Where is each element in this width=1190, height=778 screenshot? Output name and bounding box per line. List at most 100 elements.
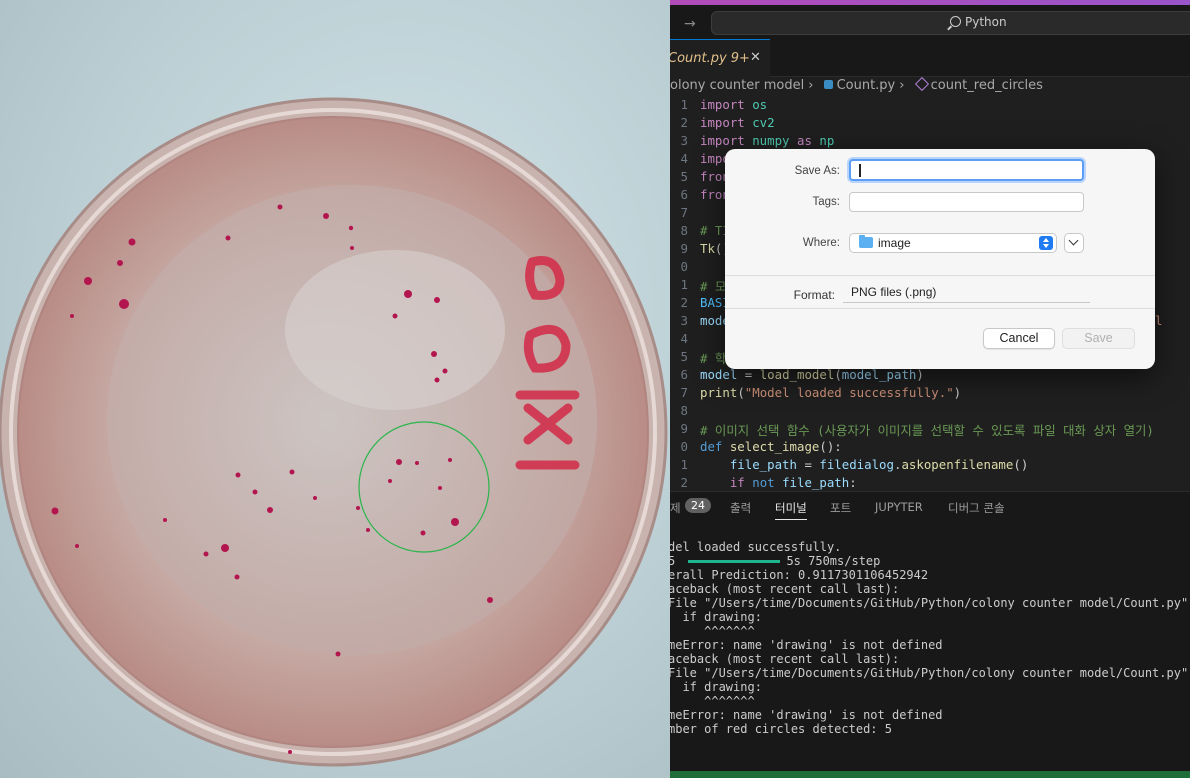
- format-select[interactable]: PNG files (.png): [843, 283, 1090, 303]
- status-bar: [670, 771, 1190, 778]
- terminal-line: erall Prediction: 0.9117301106452942: [670, 568, 929, 582]
- code-text: file_path = filedialog.askopenfilename(): [729, 457, 1029, 472]
- line-number: 6: [680, 367, 688, 382]
- terminal-line: aceback (most recent call last):: [670, 652, 900, 666]
- bottom-panel: 제 24 출력 터미널 포트 JUPYTER 디버그 콘솔 del loaded …: [670, 491, 1190, 778]
- save-button[interactable]: Save: [1062, 328, 1135, 349]
- line-number: 0: [680, 439, 688, 454]
- terminal-line: meError: name 'drawing' is not defined: [670, 638, 943, 652]
- tab-output[interactable]: 출력: [730, 500, 751, 516]
- terminal-line: ^^^^^^^: [670, 624, 755, 638]
- tab-label: Count.py: [670, 51, 727, 66]
- terminal-line: if drawing:: [670, 680, 762, 694]
- progress-step: 5s 750ms/step: [786, 554, 881, 568]
- tab-ports[interactable]: 포트: [830, 500, 851, 516]
- divider: [725, 308, 1155, 309]
- line-number: 2: [680, 475, 688, 490]
- tab-count-py[interactable]: Count.py 9+ ✕: [670, 39, 770, 77]
- line-number: 3: [680, 313, 688, 328]
- tab-terminal[interactable]: 터미널: [775, 500, 807, 520]
- line-number: 4: [680, 151, 688, 166]
- divider: [725, 275, 1155, 276]
- code-text: if not file_path:: [729, 475, 857, 490]
- problems-count-badge: 24: [685, 498, 711, 513]
- code-text: def select_image():: [700, 439, 842, 454]
- line-number: 4: [680, 331, 688, 346]
- line-number: 2: [680, 295, 688, 310]
- code-text: # 모: [700, 279, 727, 294]
- code-line[interactable]: 1 file_path = filedialog.askopenfilename…: [670, 457, 1190, 475]
- code-text: # 이미지 선택 함수 (사용자가 이미지를 선택할 수 있도록 파일 대화 상…: [700, 423, 1154, 438]
- tab-jupyter[interactable]: JUPYTER: [875, 500, 923, 514]
- terminal-line: del loaded successfully.: [670, 540, 842, 554]
- breadcrumb-folder[interactable]: olony counter model: [670, 78, 804, 93]
- code-text: import numpy as np: [700, 133, 835, 148]
- code-line[interactable]: 8: [670, 403, 1190, 421]
- line-number: 2: [680, 115, 688, 130]
- code-text: import os: [700, 97, 768, 112]
- line-number: 7: [680, 205, 688, 220]
- terminal-line: 5 5s 750ms/step: [670, 554, 881, 568]
- progress-bar: [688, 560, 781, 563]
- save-as-input[interactable]: [849, 159, 1084, 181]
- folder-icon: [859, 235, 873, 248]
- code-text: import cv2: [700, 115, 775, 130]
- command-center[interactable]: Python: [711, 11, 1190, 35]
- breadcrumb-symbol[interactable]: count_red_circles: [931, 78, 1043, 93]
- chevron-down-icon: [1068, 235, 1079, 246]
- terminal-line: File "/Users/time/Documents/GitHub/Pytho…: [670, 666, 1190, 680]
- save-dialog: Save As: Tags: Where: image Format: PNG …: [725, 149, 1155, 369]
- tab-problems[interactable]: 제 24: [670, 498, 711, 516]
- line-number: 7: [680, 385, 688, 400]
- search-icon: [950, 16, 961, 27]
- code-line[interactable]: 1 import os: [670, 97, 1190, 115]
- code-line[interactable]: 2 if not file_path:: [670, 475, 1190, 491]
- terminal-line: if drawing:: [670, 610, 762, 624]
- line-number: 1: [680, 277, 688, 292]
- code-text: model = load_model(model_path): [700, 367, 924, 382]
- close-icon[interactable]: ✕: [750, 50, 761, 65]
- line-number: 6: [680, 187, 688, 202]
- code-line[interactable]: 2 import cv2: [670, 115, 1190, 133]
- expand-dialog-button[interactable]: [1064, 233, 1084, 253]
- format-label: Format:: [793, 288, 835, 302]
- tags-input[interactable]: [849, 192, 1084, 212]
- code-line[interactable]: 7 print("Model loaded successfully."): [670, 385, 1190, 403]
- python-file-icon: [823, 80, 833, 89]
- vscode-window: → Python Count.py 9+ ✕ olony counter mode…: [670, 0, 1190, 778]
- where-label: Where:: [802, 237, 840, 249]
- petri-dish-photo: [0, 0, 670, 778]
- line-number: 0: [680, 259, 688, 274]
- code-line[interactable]: 6 model = load_model(model_path): [670, 367, 1190, 385]
- terminal-line: aceback (most recent call last):: [670, 582, 900, 596]
- editor-tabs: Count.py 9+ ✕: [670, 39, 1190, 77]
- select-stepper-icon: [1039, 236, 1053, 250]
- code-line[interactable]: 0 def select_image():: [670, 439, 1190, 457]
- terminal-line: ^^^^^^^: [670, 694, 755, 708]
- tab-debug-console[interactable]: 디버그 콘솔: [948, 500, 1005, 516]
- command-center-label: Python: [965, 15, 1007, 29]
- code-line[interactable]: 9 # 이미지 선택 함수 (사용자가 이미지를 선택할 수 있도록 파일 대화 …: [670, 421, 1190, 439]
- tab-problem-count: 9+: [730, 51, 750, 66]
- line-number: 5: [680, 349, 688, 364]
- where-select[interactable]: image: [849, 233, 1057, 253]
- code-text: print("Model loaded successfully."): [700, 385, 962, 400]
- terminal-line: File "/Users/time/Documents/GitHub/Pytho…: [670, 596, 1190, 610]
- line-number: 5: [680, 169, 688, 184]
- cancel-button[interactable]: Cancel: [983, 328, 1055, 349]
- function-symbol-icon: [914, 76, 929, 92]
- terminal-line: meError: name 'drawing' is not defined: [670, 708, 943, 722]
- breadcrumb: olony counter model › Count.py › count_red…: [670, 76, 1043, 93]
- line-number: 8: [680, 403, 688, 418]
- code-text: # 학: [700, 351, 727, 366]
- line-number: 1: [680, 457, 688, 472]
- line-number: 9: [680, 421, 688, 436]
- line-number: 3: [680, 133, 688, 148]
- save-as-label: Save As:: [794, 165, 840, 177]
- breadcrumb-file[interactable]: Count.py: [837, 78, 896, 93]
- forward-arrow-icon[interactable]: →: [684, 16, 696, 32]
- title-bar: → Python: [670, 5, 1190, 39]
- line-number: 1: [680, 97, 688, 112]
- line-number: 8: [680, 223, 688, 238]
- line-number: 9: [680, 241, 688, 256]
